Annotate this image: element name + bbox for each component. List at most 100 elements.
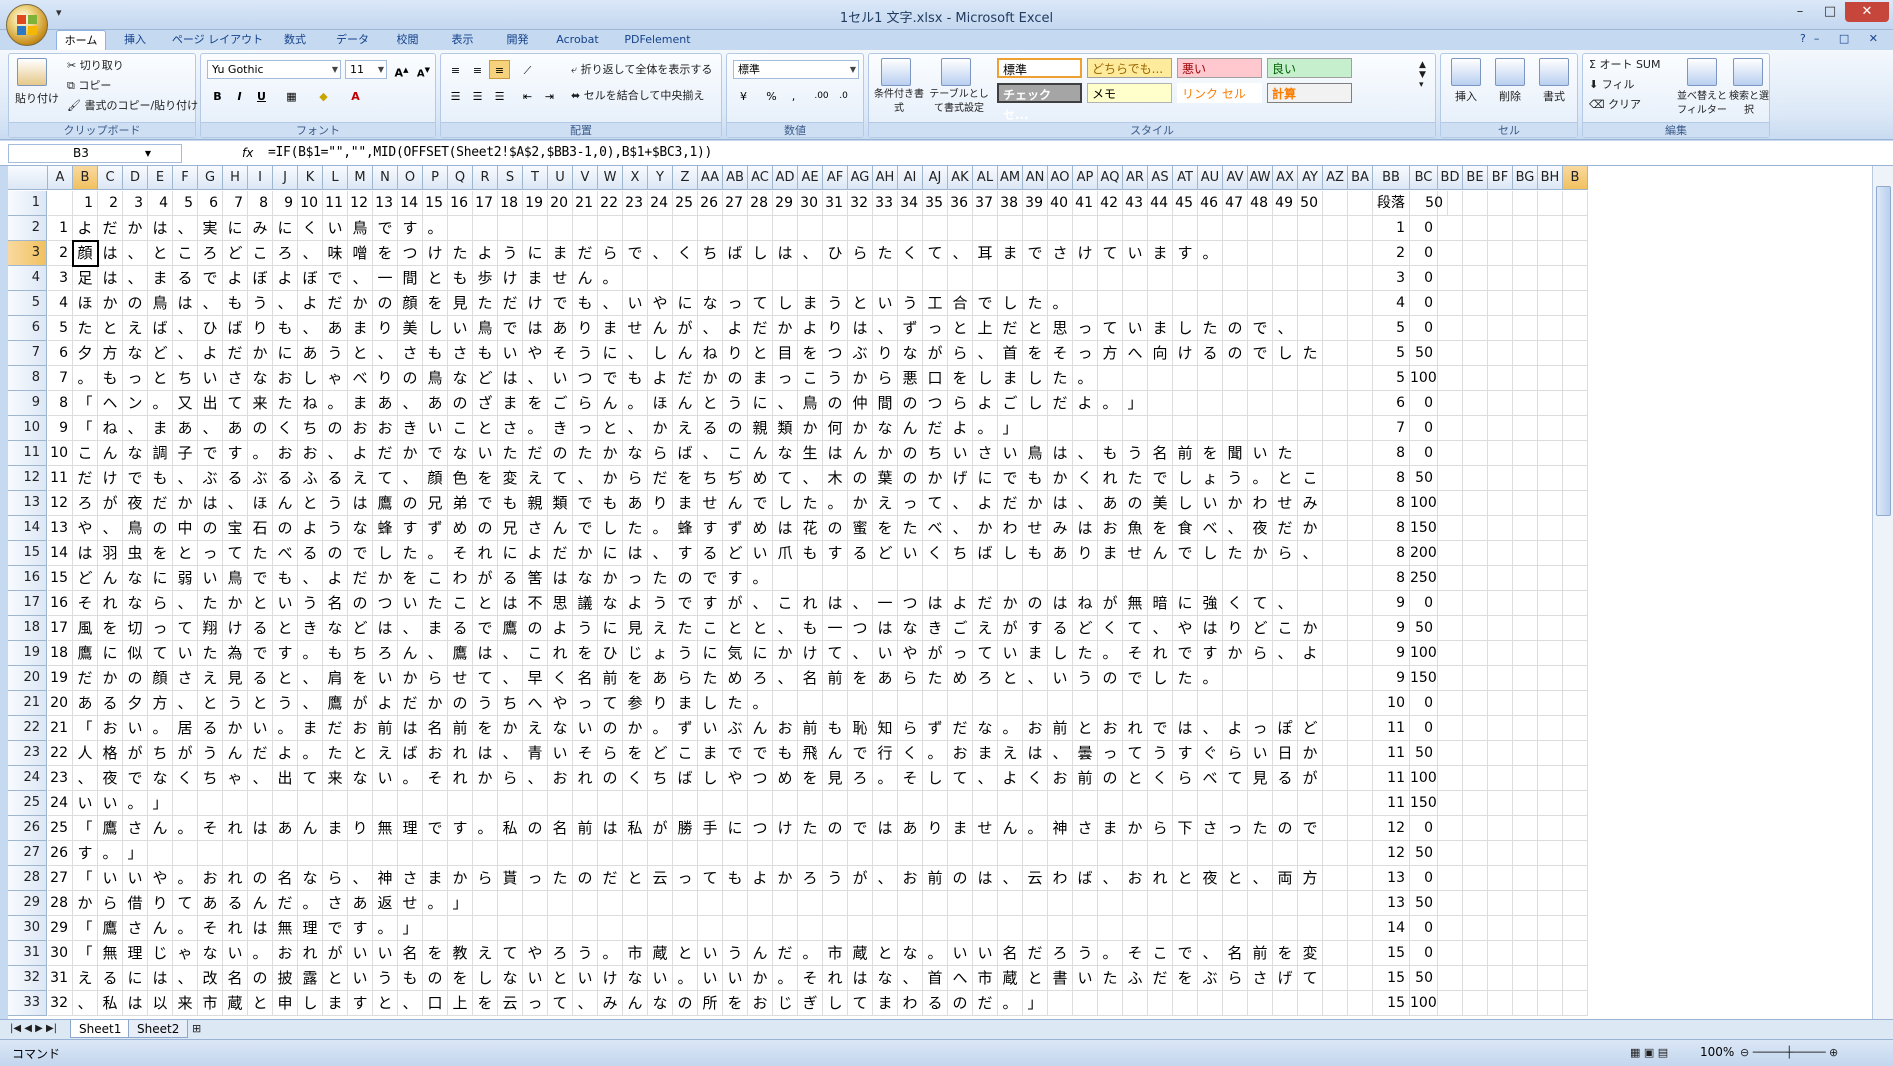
cell-char[interactable]: か: [798, 416, 823, 441]
cell-char[interactable]: ぢ: [723, 466, 748, 491]
cell-char[interactable]: は: [773, 241, 798, 266]
cell-char[interactable]: で: [573, 516, 598, 541]
cell[interactable]: [1298, 416, 1323, 441]
cell[interactable]: [798, 691, 823, 716]
cell-char[interactable]: 、: [173, 316, 198, 341]
cell[interactable]: [1348, 241, 1373, 266]
cell-char[interactable]: ま: [998, 366, 1023, 391]
cell-char[interactable]: か: [1223, 491, 1248, 516]
cell-char[interactable]: の: [848, 466, 873, 491]
cell-char[interactable]: ま: [148, 266, 173, 291]
cell-header-number[interactable]: 45: [1173, 191, 1198, 216]
cell-char[interactable]: あ: [198, 891, 223, 916]
cell-char[interactable]: 、: [1098, 866, 1123, 891]
cell-char[interactable]: 。: [173, 916, 198, 941]
cell-offset[interactable]: 50: [1410, 466, 1438, 491]
cell-char[interactable]: し: [298, 366, 323, 391]
cell-header-number[interactable]: 44: [1148, 191, 1173, 216]
column-header[interactable]: U: [548, 166, 573, 190]
cell-char[interactable]: 行: [873, 741, 898, 766]
cell[interactable]: [1348, 991, 1373, 1016]
column-header[interactable]: BF: [1488, 166, 1513, 190]
cell-char[interactable]: 恥: [848, 716, 873, 741]
cell-char[interactable]: か: [398, 666, 423, 691]
cell-char[interactable]: ぶ: [848, 341, 873, 366]
cell-char[interactable]: 又: [173, 391, 198, 416]
row-header[interactable]: 10: [8, 416, 47, 441]
cell[interactable]: [1298, 991, 1323, 1016]
cell[interactable]: [1538, 891, 1563, 916]
cell-char[interactable]: お: [948, 741, 973, 766]
cell-char[interactable]: っ: [523, 866, 548, 891]
sheet-nav-icon[interactable]: |◀ ◀ ▶ ▶|: [10, 1022, 57, 1036]
cell[interactable]: [623, 266, 648, 291]
cell[interactable]: [1538, 991, 1563, 1016]
row-header[interactable]: 28: [8, 866, 47, 891]
cell[interactable]: [1438, 916, 1463, 941]
cell[interactable]: [1538, 366, 1563, 391]
cell-char[interactable]: に: [523, 241, 548, 266]
cell[interactable]: [1438, 716, 1463, 741]
cell-char[interactable]: 、: [1198, 716, 1223, 741]
cell-char[interactable]: ね: [1073, 591, 1098, 616]
cell[interactable]: [1538, 816, 1563, 841]
cell-char[interactable]: う: [723, 391, 748, 416]
cell-char[interactable]: で: [748, 491, 773, 516]
cell-char[interactable]: よ: [198, 341, 223, 366]
cell-char[interactable]: ち: [948, 541, 973, 566]
cell[interactable]: [1098, 991, 1123, 1016]
cell-char[interactable]: か: [698, 366, 723, 391]
cell-char[interactable]: か: [598, 466, 623, 491]
cell[interactable]: [1173, 391, 1198, 416]
row-header[interactable]: 7: [8, 341, 47, 366]
cell-char[interactable]: 、: [348, 266, 373, 291]
cell-char[interactable]: な: [898, 941, 923, 966]
cell[interactable]: [1098, 891, 1123, 916]
cell-char[interactable]: し: [773, 291, 798, 316]
row-header[interactable]: 13: [8, 491, 47, 516]
cell-char[interactable]: ち: [148, 741, 173, 766]
cell-char[interactable]: し: [1148, 666, 1173, 691]
cell-char[interactable]: ひ: [198, 316, 223, 341]
cell[interactable]: [1538, 741, 1563, 766]
cell-char[interactable]: 出: [273, 766, 298, 791]
row-header[interactable]: 25: [8, 791, 47, 816]
cell[interactable]: [1148, 891, 1173, 916]
cell-offset[interactable]: 0: [1410, 691, 1438, 716]
cell[interactable]: [948, 916, 973, 941]
cell-paragraph-label[interactable]: 段落: [1373, 191, 1410, 216]
cell-char[interactable]: 。: [248, 441, 273, 466]
cell[interactable]: [1323, 966, 1348, 991]
cell-char[interactable]: こ: [523, 641, 548, 666]
cell-char[interactable]: す: [698, 591, 723, 616]
cell-char[interactable]: も: [323, 641, 348, 666]
cell-header-number[interactable]: 47: [1223, 191, 1248, 216]
cell-header-number[interactable]: 23: [623, 191, 648, 216]
cell[interactable]: [773, 266, 798, 291]
cell-row-number[interactable]: 4: [48, 291, 73, 316]
cell-char[interactable]: 「: [73, 716, 98, 741]
cell-char[interactable]: た: [448, 241, 473, 266]
cell-char[interactable]: 鷹: [98, 816, 123, 841]
cell-char[interactable]: を: [473, 716, 498, 741]
cell[interactable]: [1463, 216, 1488, 241]
cell[interactable]: [1348, 866, 1373, 891]
cell-char[interactable]: る: [248, 616, 273, 641]
cell-char[interactable]: は: [1023, 741, 1048, 766]
cell-char[interactable]: は: [1073, 516, 1098, 541]
cell-char[interactable]: ぎ: [798, 991, 823, 1016]
cell-char[interactable]: 上: [973, 316, 998, 341]
cell-char[interactable]: り: [348, 816, 373, 841]
cell-char[interactable]: 、: [873, 866, 898, 891]
cell-char[interactable]: か: [748, 966, 773, 991]
column-header[interactable]: AY: [1298, 166, 1323, 190]
cell-char[interactable]: い: [573, 966, 598, 991]
column-header[interactable]: O: [398, 166, 423, 190]
cell-char[interactable]: へ: [1123, 341, 1148, 366]
cell[interactable]: [1563, 291, 1588, 316]
cell-char[interactable]: お: [773, 716, 798, 741]
cell-char[interactable]: だ: [323, 291, 348, 316]
cell-char[interactable]: ろ: [748, 666, 773, 691]
cell[interactable]: [198, 791, 223, 816]
cell[interactable]: [598, 916, 623, 941]
